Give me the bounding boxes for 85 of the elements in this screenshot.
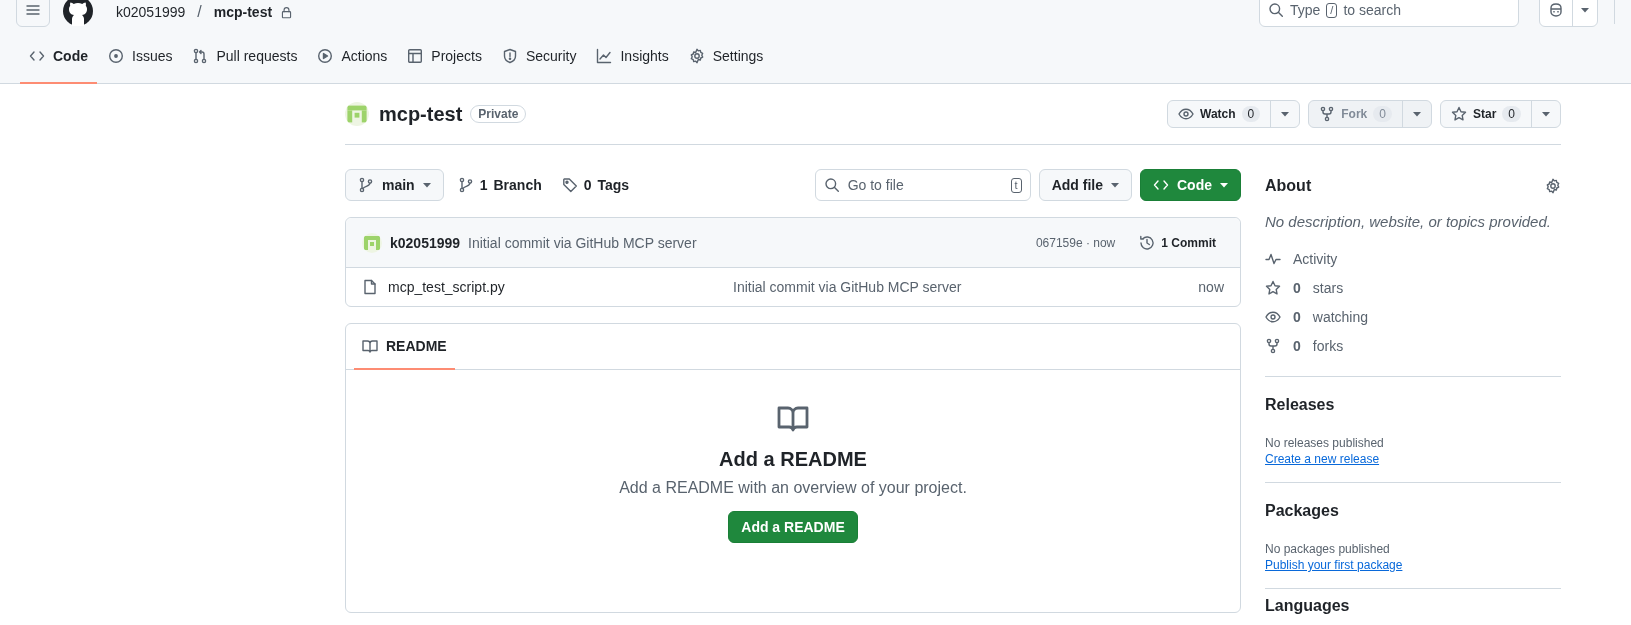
stat-link[interactable]: Activity (1265, 244, 1561, 273)
avatar-icon (362, 232, 382, 253)
repo-tab[interactable]: Pull requests (183, 30, 307, 84)
repo-title: mcp-test (379, 102, 463, 126)
avatar-icon (345, 102, 369, 126)
go-to-file-field[interactable]: Go to file t (814, 169, 1031, 201)
stat-link[interactable]: 0 watching (1265, 302, 1561, 331)
add-readme-button[interactable]: Add a README (728, 511, 858, 543)
empty-note: No packages published (1265, 542, 1391, 556)
file-time: now (1197, 279, 1224, 295)
caret-icon (1220, 182, 1228, 188)
stat-link[interactable]: 0 forks (1265, 331, 1561, 360)
circle-dot-icon (108, 48, 124, 64)
add-file-button[interactable]: Add file (1038, 169, 1132, 201)
repo-tab[interactable]: Projects (398, 30, 491, 84)
readme-description: Add a README with an overview of your project. (619, 479, 967, 497)
search-icon (1268, 2, 1284, 18)
search-field[interactable]: Type / to search (1259, 0, 1519, 27)
copilot-icon (1548, 2, 1564, 18)
releases-heading: Releases (1265, 396, 1336, 414)
owner-link[interactable]: k02051999 (116, 4, 186, 20)
code-button[interactable]: Code (1140, 169, 1241, 201)
star-icon (1450, 106, 1467, 122)
count-badge: 0 (1241, 106, 1261, 122)
caret-icon (422, 182, 431, 188)
repo-link[interactable]: mcp-test (213, 4, 273, 20)
empty-note: No releases published (1265, 436, 1385, 450)
publish-package-link[interactable]: Publish your first package (1265, 558, 1403, 572)
pull-request-icon (192, 48, 209, 64)
fork-icon (1319, 106, 1336, 122)
file-name[interactable]: mcp_test_script.py (388, 279, 505, 295)
repo-tab[interactable]: Issues (99, 30, 182, 84)
repo-tab[interactable]: Code (20, 30, 97, 84)
about-heading: About (1265, 177, 1312, 195)
table-icon (407, 48, 424, 64)
logo-icon[interactable] (62, 0, 94, 27)
commit-message[interactable]: Initial commit via GitHub MCP server (468, 234, 697, 251)
languages-heading: Languages (1265, 597, 1350, 614)
copilot-button[interactable] (1539, 0, 1598, 27)
commit-author[interactable]: k02051999 (390, 234, 461, 251)
branches-link[interactable]: 1 Branch (451, 177, 548, 193)
readme-tab[interactable]: README (354, 324, 455, 370)
caret-icon (1542, 111, 1550, 117)
shield-icon (501, 48, 518, 64)
fork-icon (1265, 337, 1281, 354)
caret-icon (1412, 111, 1421, 117)
tag-icon (561, 177, 578, 193)
search-icon (823, 177, 840, 193)
lock-icon (280, 5, 294, 19)
settings-icon (1545, 178, 1561, 194)
file-icon (362, 279, 378, 295)
repo-tab[interactable]: Insights (587, 30, 678, 84)
tags-link[interactable]: 0 Tags (555, 177, 636, 193)
shortcut-key: t (1010, 177, 1022, 193)
caret-icon (1581, 7, 1589, 13)
breadcrumb-separator: / (196, 3, 203, 21)
repo-tab[interactable]: Actions (308, 30, 397, 84)
stat-link[interactable]: 0 stars (1265, 273, 1561, 302)
caret-icon (1111, 182, 1119, 188)
graph-icon (596, 48, 613, 64)
menu-icon (25, 2, 41, 18)
branch-icon (358, 177, 374, 193)
branch-icon (457, 177, 474, 193)
readme-heading: Add a README (719, 448, 867, 471)
about-description: No description, website, or topics provided. (1265, 213, 1552, 230)
star-icon (1265, 279, 1281, 296)
repo-tab[interactable]: Security (492, 30, 586, 84)
repo-action-button[interactable]: Star 0 (1439, 100, 1561, 128)
gear-icon (688, 48, 705, 64)
commit-meta: 067159e · now (1035, 235, 1116, 250)
history-icon (1139, 234, 1156, 251)
branch-button[interactable]: main (345, 169, 444, 201)
repo-action-button[interactable]: Watch 0 (1167, 100, 1301, 128)
play-icon (317, 48, 334, 64)
caret-icon (1281, 111, 1290, 117)
create-release-link[interactable]: Create a new release (1265, 452, 1380, 466)
file-commit-message[interactable]: Initial commit via GitHub MCP server (733, 279, 1104, 295)
book-icon (362, 338, 378, 354)
count-badge: 0 (1502, 106, 1521, 122)
count-badge: 0 (1373, 106, 1392, 122)
menu-button[interactable] (16, 0, 50, 27)
eye-icon (1178, 106, 1194, 122)
repo-tab[interactable]: Settings (679, 30, 773, 84)
commits-link[interactable]: 1 Commit (1131, 234, 1224, 251)
packages-heading: Packages (1265, 502, 1340, 520)
